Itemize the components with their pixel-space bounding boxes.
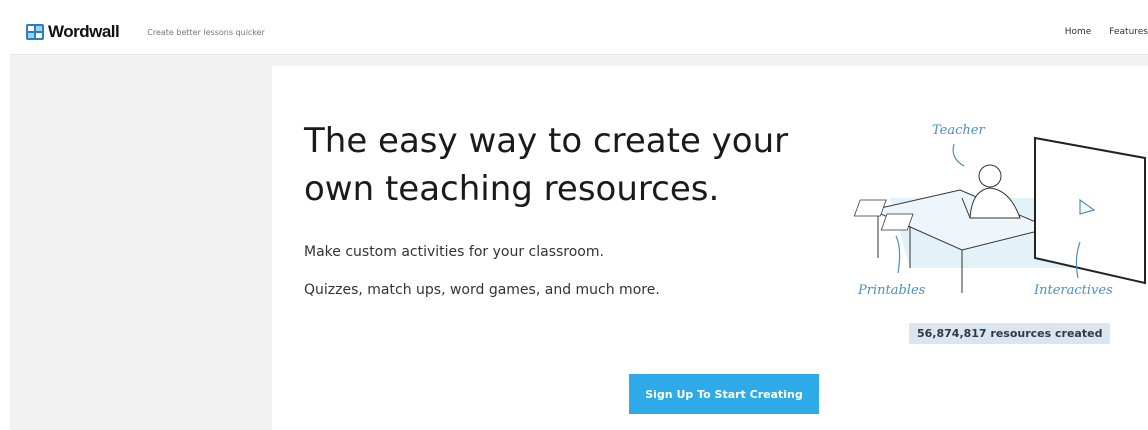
hero-subtitle-1: Make custom activities for your classroo… bbox=[304, 244, 604, 260]
hero-subtitle-2: Quizzes, match ups, word games, and much… bbox=[304, 282, 660, 298]
teacher-classroom-illustration: Teacher Printables Interactives bbox=[853, 123, 1146, 298]
sign-up-button[interactable]: Sign Up To Start Creating bbox=[629, 374, 819, 414]
resources-created-badge: 56,874,817 resources created bbox=[909, 323, 1111, 344]
wordwall-logo-icon bbox=[26, 24, 44, 40]
label-teacher: Teacher bbox=[932, 123, 985, 138]
top-nav: Home Features bbox=[1047, 10, 1148, 54]
hero-headline: The easy way to create your own teaching… bbox=[304, 117, 864, 213]
window-top-edge bbox=[0, 0, 1148, 10]
label-printables: Printables bbox=[857, 283, 926, 298]
printable-sheet-2 bbox=[880, 213, 914, 231]
logo-text: Wordwall bbox=[48, 22, 120, 41]
printable-sheet-1 bbox=[853, 199, 887, 217]
teacher-body bbox=[969, 187, 1021, 219]
label-interactives: Interactives bbox=[1033, 283, 1113, 298]
teacher-arrow bbox=[952, 143, 965, 167]
nav-features[interactable]: Features bbox=[1109, 27, 1148, 37]
hero-headline-line-1: The easy way to create your bbox=[304, 121, 789, 161]
site-tagline: Create better lessons quicker bbox=[147, 27, 265, 37]
hero-headline-line-2: own teaching resources. bbox=[304, 169, 720, 209]
wordwall-logo[interactable]: Wordwall bbox=[26, 22, 120, 42]
teacher-head bbox=[978, 164, 1002, 188]
nav-home[interactable]: Home bbox=[1065, 27, 1092, 37]
interactive-screen bbox=[1034, 136, 1146, 285]
site-header: Wordwall Create better lessons quicker H… bbox=[10, 10, 1148, 55]
printables-arrow bbox=[895, 235, 901, 274]
window-left-edge bbox=[0, 10, 10, 430]
